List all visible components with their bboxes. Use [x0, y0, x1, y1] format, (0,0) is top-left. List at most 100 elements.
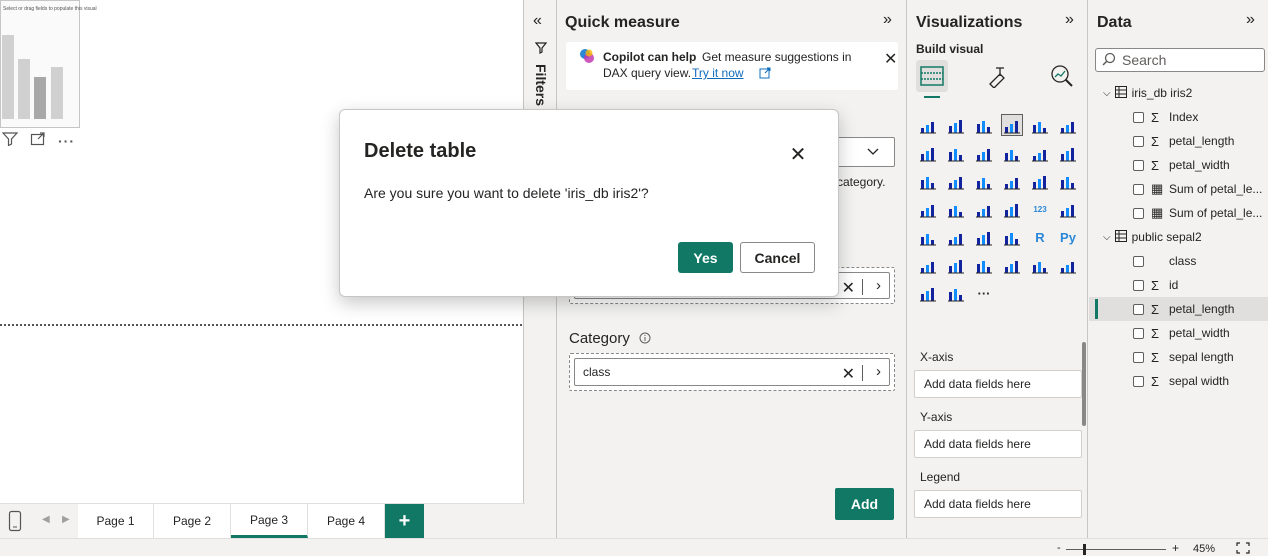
zoom-slider[interactable]: [1066, 544, 1166, 555]
collapse-pane-icon[interactable]: »: [1065, 11, 1074, 29]
mobile-layout-icon[interactable]: [8, 510, 22, 535]
page-tab-4[interactable]: Page 4: [308, 504, 385, 538]
clustered-bar-chart-icon[interactable]: [973, 114, 995, 136]
card-icon[interactable]: 123: [1029, 198, 1051, 220]
add-button[interactable]: Add: [835, 488, 894, 520]
field-row[interactable]: Σsepal width: [1089, 369, 1268, 393]
decomposition-tree-icon[interactable]: [945, 254, 967, 276]
funnel-chart-icon[interactable]: [945, 170, 967, 192]
field-row[interactable]: Σ Index: [1089, 105, 1268, 129]
remove-field-icon[interactable]: ✕: [842, 278, 855, 298]
table-node-iris2[interactable]: ⌵ iris_db iris2: [1089, 81, 1268, 105]
trophy-icon[interactable]: [1057, 254, 1079, 276]
analytics-icon[interactable]: [1050, 64, 1074, 91]
line-chart-icon[interactable]: [917, 142, 939, 164]
clustered-column-chart-icon[interactable]: [1001, 114, 1023, 136]
treemap-icon[interactable]: [1057, 170, 1079, 192]
line-column-chart-icon[interactable]: [1001, 142, 1023, 164]
scroll-right-icon[interactable]: ▶: [62, 514, 70, 525]
zoom-in-icon[interactable]: +: [1172, 541, 1179, 555]
close-icon[interactable]: ✕: [884, 49, 897, 69]
field-checkbox[interactable]: [1133, 375, 1144, 387]
kpi-icon[interactable]: [917, 226, 939, 248]
field-row[interactable]: Σpetal_width: [1089, 321, 1268, 345]
collapse-pane-icon[interactable]: »: [883, 11, 892, 29]
field-checkbox[interactable]: [1133, 111, 1144, 123]
paginated-report-icon[interactable]: [1029, 254, 1051, 276]
info-icon[interactable]: [639, 332, 651, 347]
power-apps-icon[interactable]: [917, 282, 939, 304]
add-page-button[interactable]: +: [385, 504, 424, 538]
field-checkbox[interactable]: [1133, 303, 1144, 315]
field-checkbox[interactable]: [1133, 135, 1144, 147]
y-axis-well[interactable]: Add data fields here: [914, 430, 1082, 458]
field-checkbox[interactable]: [1133, 351, 1144, 363]
table-node-sepal2[interactable]: ⌵ public sepal2: [1089, 225, 1268, 249]
r-visual-icon[interactable]: R: [1029, 226, 1051, 248]
page-tab-1[interactable]: Page 1: [78, 504, 154, 538]
qa-icon[interactable]: [973, 254, 995, 276]
slicer-icon[interactable]: [945, 226, 967, 248]
field-row[interactable]: Σsepal length: [1089, 345, 1268, 369]
zoom-slider-thumb[interactable]: [1083, 544, 1086, 555]
fit-to-page-icon[interactable]: [1236, 542, 1250, 556]
close-icon[interactable]: ✕: [786, 142, 810, 166]
legend-well[interactable]: Add data fields here: [914, 490, 1082, 518]
chevron-right-icon[interactable]: ›: [876, 277, 881, 294]
map-icon[interactable]: [917, 198, 939, 220]
focus-mode-icon[interactable]: [30, 132, 46, 149]
python-visual-icon[interactable]: Py: [1057, 226, 1079, 248]
pie-chart-icon[interactable]: [1001, 170, 1023, 192]
remove-field-icon[interactable]: ✕: [842, 364, 855, 384]
yes-button[interactable]: Yes: [678, 242, 733, 273]
try-it-now-link[interactable]: Try it now: [692, 66, 744, 80]
category-field[interactable]: class ✕ ›: [574, 358, 890, 386]
field-checkbox[interactable]: [1133, 279, 1144, 291]
matrix-icon[interactable]: [1001, 226, 1023, 248]
stacked-bar-chart-icon[interactable]: [917, 114, 939, 136]
azure-map-icon[interactable]: [973, 198, 995, 220]
field-checkbox[interactable]: [1133, 207, 1144, 219]
field-row[interactable]: ▦ Sum of petal_le...: [1089, 177, 1268, 201]
calculation-dropdown[interactable]: [837, 137, 895, 167]
field-checkbox[interactable]: [1133, 159, 1144, 171]
field-checkbox[interactable]: [1133, 327, 1144, 339]
format-visual-icon[interactable]: [986, 64, 1010, 91]
filled-map-icon[interactable]: [945, 198, 967, 220]
field-row[interactable]: ▦ Sum of petal_le...: [1089, 201, 1268, 225]
page-tab-2[interactable]: Page 2: [154, 504, 231, 538]
build-visual-tab[interactable]: [916, 60, 948, 92]
100-bar-chart-icon[interactable]: [1029, 114, 1051, 136]
ribbon-chart-icon[interactable]: [1057, 142, 1079, 164]
field-checkbox[interactable]: [1133, 183, 1144, 195]
line-clustered-column-icon[interactable]: [1029, 142, 1051, 164]
field-row[interactable]: Σid: [1089, 273, 1268, 297]
collapse-pane-icon[interactable]: »: [1246, 11, 1255, 29]
power-automate-icon[interactable]: [945, 282, 967, 304]
key-influencers-icon[interactable]: [917, 254, 939, 276]
field-row[interactable]: Σpetal_length: [1089, 129, 1268, 153]
donut-chart-icon[interactable]: [1029, 170, 1051, 192]
gauge-icon[interactable]: [1001, 198, 1023, 220]
more-options-icon[interactable]: ···: [58, 133, 75, 149]
chevron-right-icon[interactable]: ›: [876, 363, 881, 380]
field-row[interactable]: class: [1089, 249, 1268, 273]
viz-scrollbar[interactable]: [1082, 342, 1086, 426]
expand-filters-icon[interactable]: «: [533, 12, 542, 30]
x-axis-well[interactable]: Add data fields here: [914, 370, 1082, 398]
narrative-icon[interactable]: [1001, 254, 1023, 276]
cancel-button[interactable]: Cancel: [740, 242, 815, 273]
chart-visual-thumbnail[interactable]: Select or drag fields to populate this v…: [0, 0, 97, 128]
zoom-out-icon[interactable]: -: [1057, 542, 1061, 554]
stacked-column-chart-icon[interactable]: [945, 114, 967, 136]
field-row[interactable]: Σpetal_length: [1089, 297, 1268, 321]
table-icon[interactable]: [973, 226, 995, 248]
stacked-area-chart-icon[interactable]: [973, 142, 995, 164]
scroll-left-icon[interactable]: ◀: [42, 514, 50, 525]
scatter-chart-icon[interactable]: [973, 170, 995, 192]
multi-row-card-icon[interactable]: [1057, 198, 1079, 220]
filter-icon[interactable]: [1, 132, 19, 149]
area-chart-icon[interactable]: [945, 142, 967, 164]
field-row[interactable]: Σpetal_width: [1089, 153, 1268, 177]
field-checkbox[interactable]: [1133, 255, 1144, 267]
